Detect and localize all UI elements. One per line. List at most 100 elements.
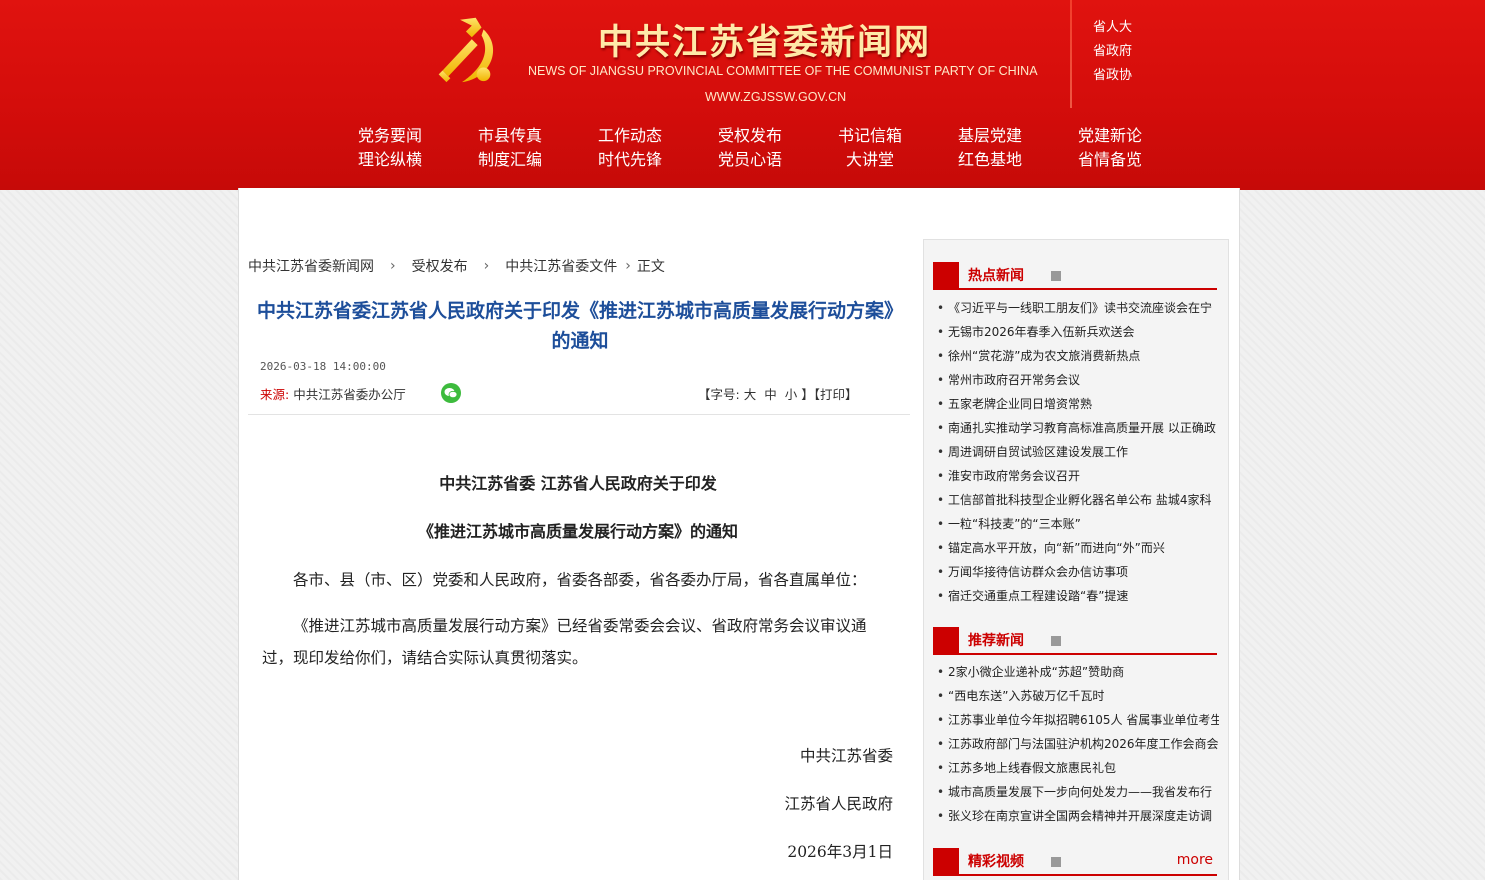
- list-item: 万闻华接待信访群众会办信访事项: [937, 560, 1219, 584]
- section-marker-icon: [933, 848, 959, 874]
- recommend-news-link[interactable]: 张义珍在南京宣讲全国两会精神并开展深度走访调: [948, 809, 1212, 823]
- hot-news-link[interactable]: 常州市政府召开常务会议: [948, 373, 1080, 387]
- chevron-right-icon: ›: [390, 258, 396, 274]
- list-item: 《习近平与一线职工朋友们》读书交流座谈会在宁: [937, 296, 1219, 320]
- list-item: 锚定高水平开放，向“新”而进向“外”而兴: [937, 536, 1219, 560]
- hot-news-link[interactable]: 《习近平与一线职工朋友们》读书交流座谈会在宁: [948, 301, 1212, 315]
- nav-item[interactable]: 红色基地: [930, 150, 1050, 170]
- recommend-news-header: 推荐新闻: [933, 627, 1217, 655]
- font-small-button[interactable]: 小: [785, 387, 798, 402]
- section-marker-icon: [933, 627, 959, 653]
- signature-government: 江苏省人民政府: [784, 795, 893, 813]
- hot-news-link[interactable]: 无锡市2026年春季入伍新兵欢送会: [948, 325, 1135, 339]
- list-item: “西电东送”入苏破万亿千瓦时: [937, 684, 1219, 708]
- list-item: 张义珍在南京宣讲全国两会精神并开展深度走访调: [937, 804, 1219, 828]
- article-title: 中共江苏省委江苏省人民政府关于印发《推进江苏城市高质量发展行动方案》的通知: [256, 300, 903, 352]
- header-divider: [1070, 0, 1072, 108]
- list-item: 江苏政府部门与法国驻沪机构2026年度工作会商会: [937, 732, 1219, 756]
- hot-news-list: 《习近平与一线职工朋友们》读书交流座谈会在宁 无锡市2026年春季入伍新兵欢送会…: [937, 296, 1219, 608]
- document-heading-line2: 《推进江苏城市高质量发展行动方案》的通知: [417, 522, 738, 541]
- nav-item[interactable]: 书记信箱: [810, 126, 930, 146]
- signature-party: 中共江苏省委: [799, 747, 893, 765]
- article-source: 来源: 中共江苏省委办公厅: [260, 384, 406, 403]
- nav-item[interactable]: 基层党建: [930, 126, 1050, 146]
- article-body: 中共江苏省委 江苏省人民政府关于印发 《推进江苏城市高质量发展行动方案》的通知 …: [262, 470, 894, 674]
- hot-news-link[interactable]: 徐州“赏花游”成为农文旅消费新热点: [948, 349, 1140, 363]
- site-title: 中共江苏省委新闻网: [598, 22, 932, 63]
- recommend-news-link[interactable]: 江苏政府部门与法国驻沪机构2026年度工作会商会: [948, 737, 1219, 751]
- list-item: 一粒“科技麦”的“三本账”: [937, 512, 1219, 536]
- title-divider: [248, 414, 910, 415]
- article-date: 2026-03-18 14:00:00: [260, 360, 386, 373]
- quick-link-government[interactable]: 省政府: [1093, 40, 1132, 64]
- font-size-controls: 【字号: 大中小】【打印】: [698, 384, 858, 403]
- nav-item[interactable]: 理论纵横: [330, 150, 450, 170]
- square-icon: [1051, 857, 1061, 867]
- document-heading-line1: 中共江苏省委 江苏省人民政府关于印发: [439, 474, 717, 493]
- font-control-label: 【字号:: [698, 387, 740, 402]
- nav-item[interactable]: 时代先锋: [570, 150, 690, 170]
- font-large-button[interactable]: 大: [744, 387, 757, 402]
- hot-news-link[interactable]: 南通扎实推动学习教育高标准高质量开展 以正确政: [948, 421, 1216, 435]
- recommend-news-link[interactable]: 江苏事业单位今年拟招聘6105人 省属事业单位考生: [948, 713, 1219, 727]
- nav-item[interactable]: 受权发布: [690, 126, 810, 146]
- hot-news-link[interactable]: 淮安市政府常务会议召开: [948, 469, 1080, 483]
- breadcrumb-documents[interactable]: 中共江苏省委文件: [505, 256, 617, 276]
- source-label: 来源:: [260, 387, 290, 402]
- recommend-news-title: 推荐新闻: [968, 633, 1024, 649]
- hot-news-link[interactable]: 周进调研自贸试验区建设发展工作: [948, 445, 1128, 459]
- chevron-right-icon: ›: [483, 258, 490, 274]
- list-item: 周进调研自贸试验区建设发展工作: [937, 440, 1219, 464]
- square-icon: [1051, 636, 1061, 646]
- breadcrumb-home[interactable]: 中共江苏省委新闻网: [248, 256, 374, 276]
- list-item: 南通扎实推动学习教育高标准高质量开展 以正确政: [937, 416, 1219, 440]
- breadcrumb-current: 正文: [636, 259, 665, 275]
- section-marker-icon: [933, 262, 959, 288]
- hot-news-link[interactable]: 万闻华接待信访群众会办信访事项: [948, 565, 1128, 579]
- list-item: 五家老牌企业同日增资常熟: [937, 392, 1219, 416]
- recommend-news-list: 2家小微企业递补成“苏超”赞助商 “西电东送”入苏破万亿千瓦时 江苏事业单位今年…: [937, 660, 1219, 828]
- nav-item[interactable]: 党员心语: [690, 150, 810, 170]
- list-item: 2家小微企业递补成“苏超”赞助商: [937, 660, 1219, 684]
- hot-news-link[interactable]: 锚定高水平开放，向“新”而进向“外”而兴: [948, 541, 1165, 555]
- nav-item[interactable]: 工作动态: [570, 126, 690, 146]
- video-title: 精彩视频: [968, 854, 1024, 870]
- quick-links: 省人大 省政府 省政协: [1093, 16, 1132, 88]
- nav-item[interactable]: 大讲堂: [810, 150, 930, 170]
- nav-item[interactable]: 党务要闻: [330, 126, 450, 146]
- hot-news-link[interactable]: 五家老牌企业同日增资常熟: [948, 397, 1092, 411]
- breadcrumb-authorized[interactable]: 受权发布: [412, 256, 468, 276]
- square-icon: [1051, 271, 1061, 281]
- font-medium-button[interactable]: 中: [764, 387, 777, 402]
- recommend-news-link[interactable]: 江苏多地上线春假文旅惠民礼包: [948, 761, 1116, 775]
- nav-item[interactable]: 省情备览: [1050, 150, 1170, 170]
- list-item: 常州市政府召开常务会议: [937, 368, 1219, 392]
- nav-item[interactable]: 制度汇编: [450, 150, 570, 170]
- list-item: 江苏事业单位今年拟招聘6105人 省属事业单位考生: [937, 708, 1219, 732]
- hot-news-header: 热点新闻: [933, 262, 1217, 290]
- breadcrumb: 中共江苏省委新闻网 › 受权发布 › 中共江苏省委文件 › 正文: [248, 256, 665, 276]
- wechat-icon[interactable]: [441, 383, 461, 403]
- recommend-news-link[interactable]: “西电东送”入苏破万亿千瓦时: [948, 689, 1104, 703]
- main-nav: 党务要闻 市县传真 工作动态 受权发布 书记信箱 基层党建 党建新论 理论纵横 …: [330, 126, 1170, 170]
- print-button[interactable]: 打印: [820, 387, 845, 402]
- list-item: 江苏多地上线春假文旅惠民礼包: [937, 756, 1219, 780]
- recommend-news-link[interactable]: 2家小微企业递补成“苏超”赞助商: [948, 665, 1124, 679]
- hot-news-title: 热点新闻: [968, 268, 1024, 284]
- hot-news-link[interactable]: 宿迁交通重点工程建设踏“春”提速: [948, 589, 1128, 603]
- recommend-news-link[interactable]: 城市高质量发展下一步向何处发力——我省发布行: [948, 785, 1212, 799]
- font-control-bracket-end: 】: [845, 387, 858, 402]
- list-item: 无锡市2026年春季入伍新兵欢送会: [937, 320, 1219, 344]
- document-paragraph: 《推进江苏城市高质量发展行动方案》已经省委常委会会议、省政府常务会议审议通过，现…: [262, 617, 867, 667]
- nav-item[interactable]: 党建新论: [1050, 126, 1170, 146]
- font-control-bracket: 】【: [801, 387, 821, 402]
- hot-news-link[interactable]: 一粒“科技麦”的“三本账”: [948, 517, 1081, 531]
- hot-news-link[interactable]: 工信部首批科技型企业孵化器名单公布 盐城4家科: [948, 493, 1211, 507]
- nav-item[interactable]: 市县传真: [450, 126, 570, 146]
- quick-link-cppcc[interactable]: 省政协: [1093, 64, 1132, 88]
- list-item: 淮安市政府常务会议召开: [937, 464, 1219, 488]
- video-header: 精彩视频 more: [933, 848, 1217, 876]
- list-item: 工信部首批科技型企业孵化器名单公布 盐城4家科: [937, 488, 1219, 512]
- video-more-link[interactable]: more: [1177, 852, 1213, 868]
- quick-link-congress[interactable]: 省人大: [1093, 16, 1132, 40]
